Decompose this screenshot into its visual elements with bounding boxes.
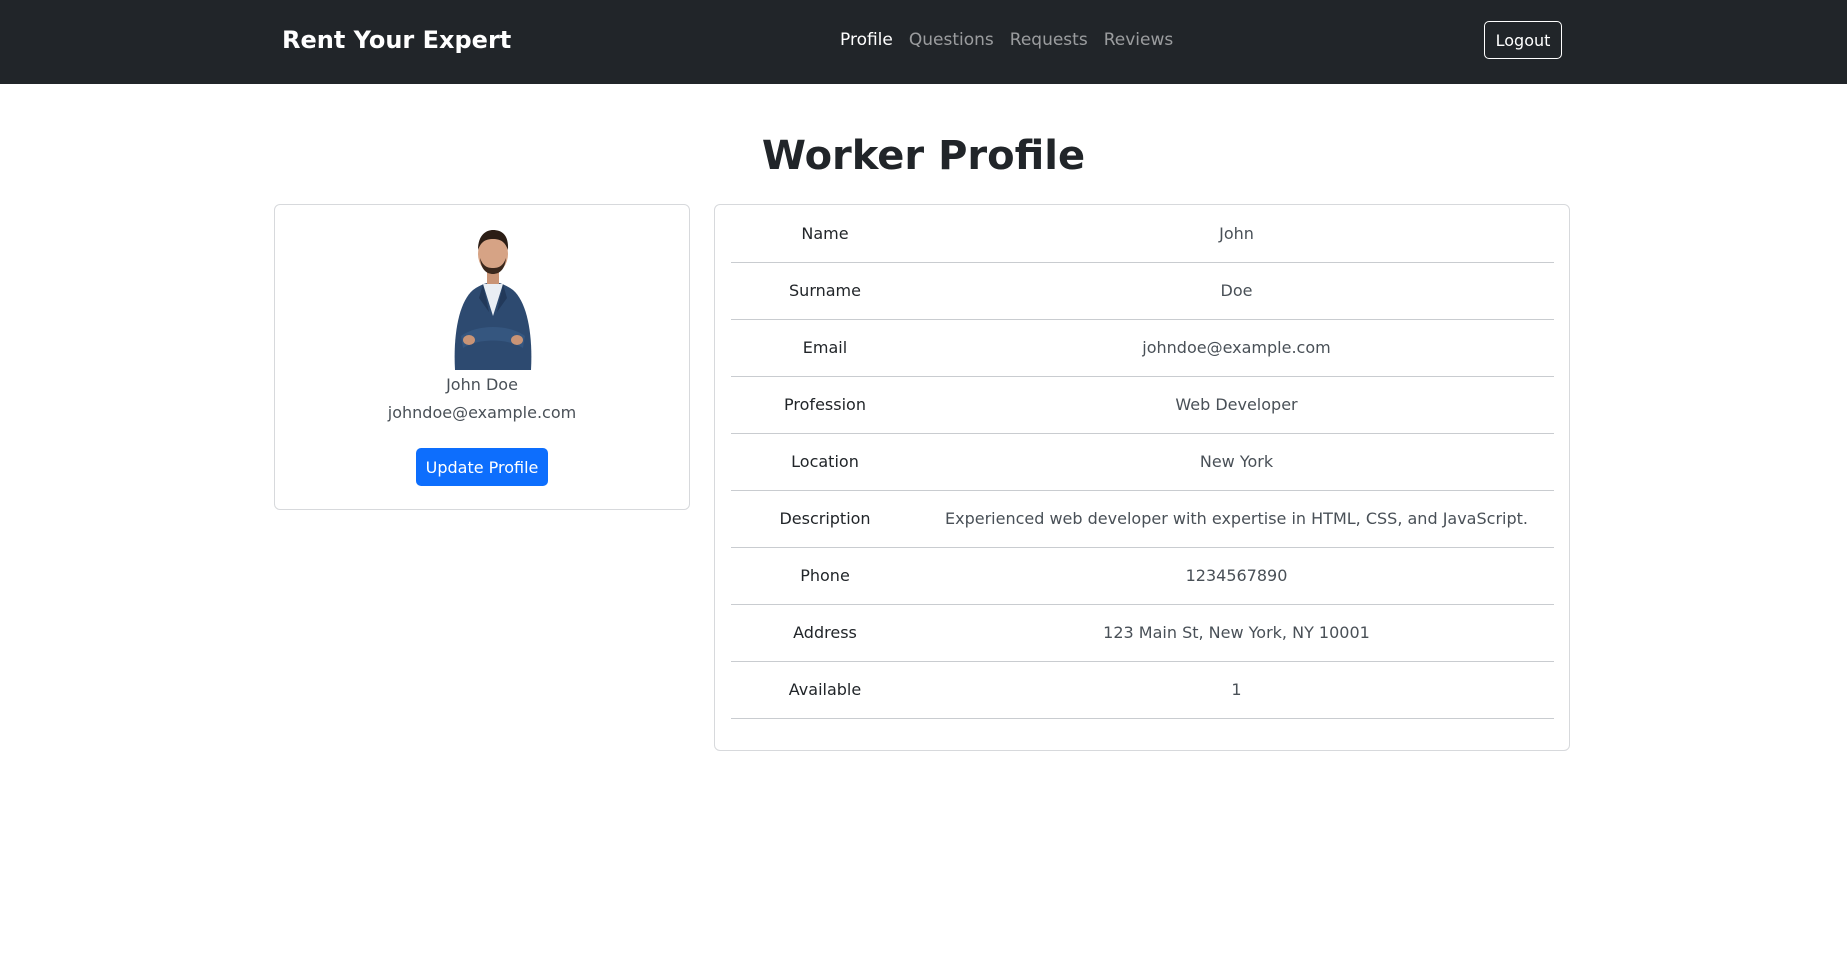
person-photo-icon bbox=[454, 230, 532, 370]
detail-value-available: 1 bbox=[919, 661, 1554, 719]
update-profile-button[interactable]: Update Profile bbox=[416, 448, 548, 486]
table-row: Surname Doe bbox=[731, 262, 1554, 320]
profile-email: johndoe@example.com bbox=[387, 403, 577, 422]
table-row: Profession Web Developer bbox=[731, 376, 1554, 434]
detail-value-surname: Doe bbox=[919, 262, 1554, 320]
table-row: Available 1 bbox=[731, 661, 1554, 719]
detail-label-phone: Phone bbox=[731, 547, 919, 605]
top-navbar: Rent Your Expert Profile Questions Reque… bbox=[0, 0, 1847, 84]
table-row: Address 123 Main St, New York, NY 10001 bbox=[731, 604, 1554, 662]
detail-label-description: Description bbox=[731, 490, 919, 548]
nav-link-requests[interactable]: Requests bbox=[1010, 28, 1088, 52]
detail-label-profession: Profession bbox=[731, 376, 919, 434]
detail-value-phone: 1234567890 bbox=[919, 547, 1554, 605]
table-row: Name John bbox=[731, 205, 1554, 263]
nav-link-questions[interactable]: Questions bbox=[909, 28, 994, 52]
detail-value-profession: Web Developer bbox=[919, 376, 1554, 434]
logout-button[interactable]: Logout bbox=[1484, 21, 1562, 59]
nav-link-reviews[interactable]: Reviews bbox=[1104, 28, 1174, 52]
profile-details-table: Name John Surname Doe Email johndoe@exam… bbox=[731, 205, 1554, 719]
detail-value-location: New York bbox=[919, 433, 1554, 491]
detail-label-location: Location bbox=[731, 433, 919, 491]
nav-link-profile[interactable]: Profile bbox=[840, 28, 893, 52]
detail-label-name: Name bbox=[731, 205, 919, 263]
profile-summary-card: John Doe johndoe@example.com Update Prof… bbox=[274, 204, 690, 510]
detail-label-address: Address bbox=[731, 604, 919, 662]
detail-label-email: Email bbox=[731, 319, 919, 377]
profile-details-card: Name John Surname Doe Email johndoe@exam… bbox=[714, 204, 1570, 751]
brand-link[interactable]: Rent Your Expert bbox=[282, 24, 511, 56]
detail-value-description: Experienced web developer with expertise… bbox=[919, 490, 1554, 548]
table-row: Email johndoe@example.com bbox=[731, 319, 1554, 377]
table-row: Phone 1234567890 bbox=[731, 547, 1554, 605]
detail-label-surname: Surname bbox=[731, 262, 919, 320]
detail-value-address: 123 Main St, New York, NY 10001 bbox=[919, 604, 1554, 662]
table-row: Description Experienced web developer wi… bbox=[731, 490, 1554, 548]
nav-links: Profile Questions Requests Reviews bbox=[840, 28, 1173, 52]
page-title: Worker Profile bbox=[761, 133, 1086, 179]
detail-value-email: johndoe@example.com bbox=[919, 319, 1554, 377]
table-row: Location New York bbox=[731, 433, 1554, 491]
detail-label-available: Available bbox=[731, 661, 919, 719]
detail-value-name: John bbox=[919, 205, 1554, 263]
profile-name: John Doe bbox=[446, 375, 518, 394]
